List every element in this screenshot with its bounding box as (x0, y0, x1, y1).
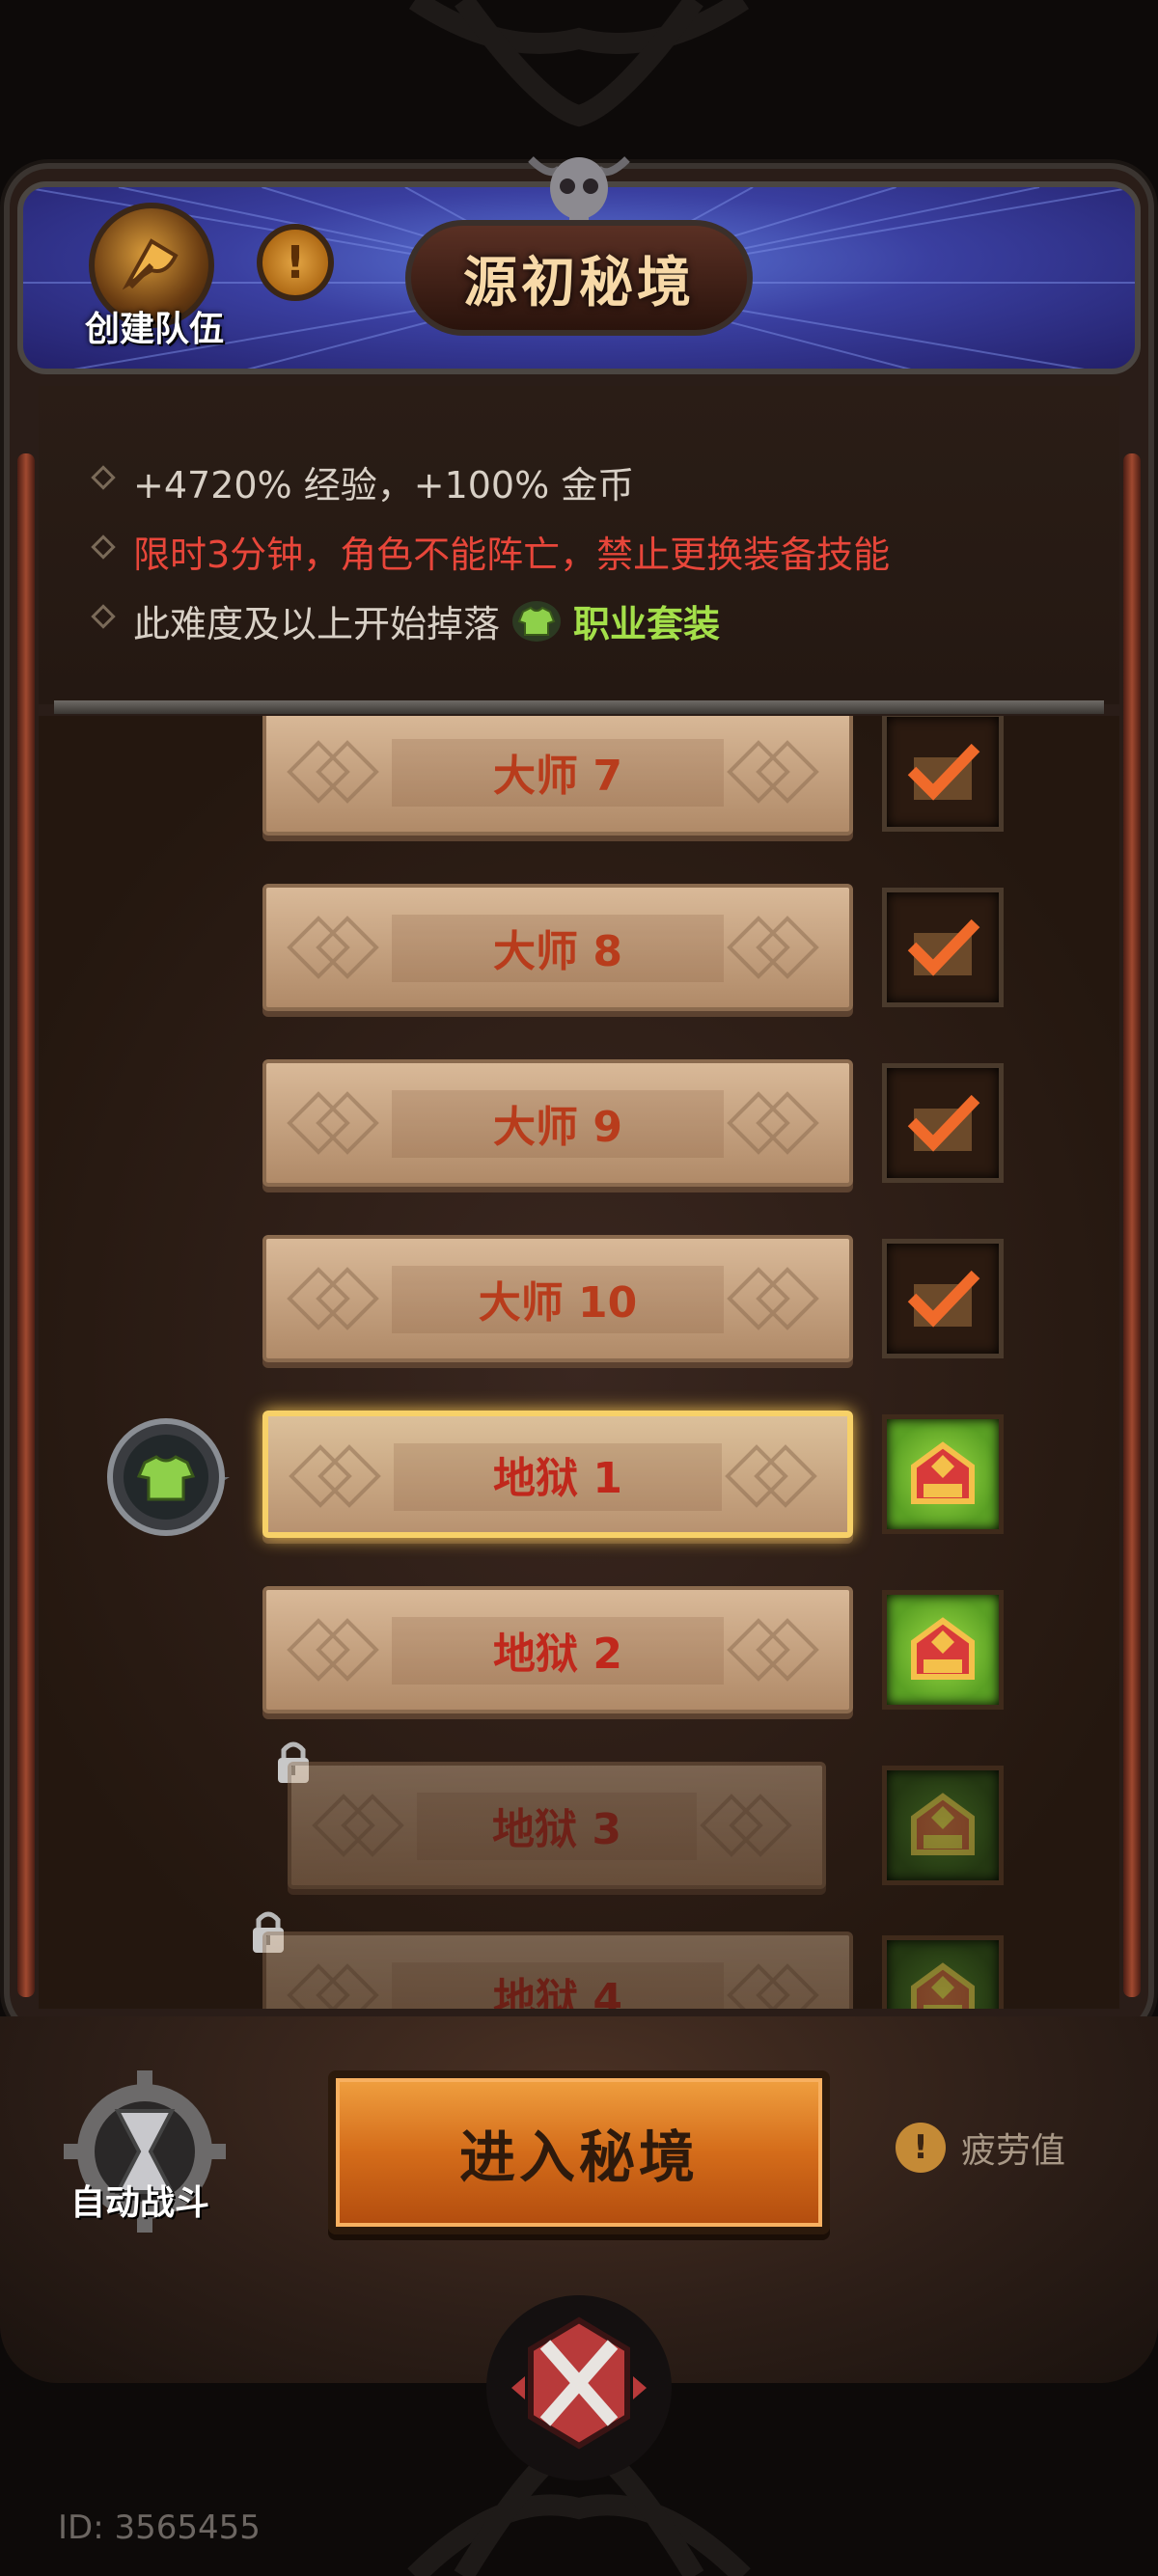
restriction-info-line: 限时3分钟，角色不能阵亡，禁止更换装备技能 (91, 525, 891, 578)
level-label: 地狱 4 (493, 1975, 622, 2009)
completed-checkmark-icon (882, 1239, 1004, 1358)
create-team-label[interactable]: 创建队伍 (58, 301, 251, 351)
level-row[interactable]: 大师 9 (39, 1059, 1119, 1194)
level-row[interactable]: 大师 7 (39, 716, 1119, 843)
dungeon-title: 源初秘境 (405, 220, 753, 336)
level-row-locked[interactable]: 地狱 4 (39, 1911, 1119, 2009)
level-button[interactable]: 地狱 3 (288, 1762, 826, 1889)
fatigue-info-icon[interactable]: ! (896, 2123, 946, 2173)
fatigue-indicator[interactable]: ! 疲劳值 (896, 2123, 1065, 2173)
level-label: 地狱 1 (493, 1454, 622, 1503)
enter-dungeon-button[interactable]: 进入秘境 (328, 2070, 830, 2234)
level-button[interactable]: 地狱 2 (262, 1586, 853, 1713)
bonus-info-line: +4720% 经验，+100% 金币 (91, 455, 635, 508)
level-row[interactable]: 地狱 2 (39, 1586, 1119, 1721)
bonus-text: +4720% 经验，+100% 金币 (133, 464, 635, 507)
level-row-selected[interactable]: 地狱 1 (39, 1411, 1119, 1546)
class-set-drop-marker-icon (107, 1418, 230, 1536)
shirt-icon (512, 600, 562, 642)
fatigue-label: 疲劳值 (961, 2131, 1066, 2171)
level-label: 大师 7 (493, 752, 622, 801)
completed-checkmark-icon (882, 888, 1004, 1007)
drop-text: 此难度及以上开始掉落 (133, 603, 501, 645)
completed-checkmark-icon (882, 1063, 1004, 1183)
level-label: 地狱 3 (492, 1805, 621, 1854)
level-button[interactable]: 地狱 4 (262, 1932, 853, 2009)
frame-left-rail (17, 453, 35, 1997)
level-button[interactable]: 大师 7 (262, 716, 853, 836)
level-row[interactable]: 大师 10 (39, 1235, 1119, 1370)
level-button[interactable]: 大师 9 (262, 1059, 853, 1187)
class-set-label: 职业套装 (573, 603, 721, 645)
info-icon[interactable]: ! (257, 224, 334, 301)
level-button[interactable]: 大师 8 (262, 884, 853, 1011)
auto-battle-label[interactable]: 自动战斗 (39, 2175, 241, 2225)
player-id: ID: 3565455 (58, 2508, 261, 2547)
level-list[interactable]: 大师 7 大师 8 大师 9 大师 10 地狱 1 地狱 2 地狱 3 地狱 4 (39, 716, 1119, 2009)
level-row[interactable]: 大师 8 (39, 884, 1119, 1019)
reward-chest-icon[interactable] (882, 1590, 1004, 1710)
level-row-locked[interactable]: 地狱 3 (39, 1741, 1119, 1897)
level-label: 大师 9 (493, 1103, 622, 1152)
level-button[interactable]: 大师 10 (262, 1235, 853, 1362)
level-label: 大师 8 (493, 927, 622, 976)
completed-checkmark-icon (882, 716, 1004, 832)
close-icon[interactable] (482, 2291, 676, 2484)
restriction-text: 限时3分钟，角色不能阵亡，禁止更换装备技能 (133, 534, 891, 576)
divider (54, 700, 1104, 714)
level-label: 地狱 2 (493, 1630, 622, 1679)
drop-info-line: 此难度及以上开始掉落 职业套装 (91, 594, 721, 647)
reward-chest-icon (882, 1766, 1004, 1885)
level-label: 大师 10 (478, 1278, 638, 1328)
level-button[interactable]: 地狱 1 (262, 1411, 853, 1538)
reward-chest-icon[interactable] (882, 1414, 1004, 1534)
reward-chest-icon (882, 1935, 1004, 2009)
frame-right-rail (1123, 453, 1141, 1997)
